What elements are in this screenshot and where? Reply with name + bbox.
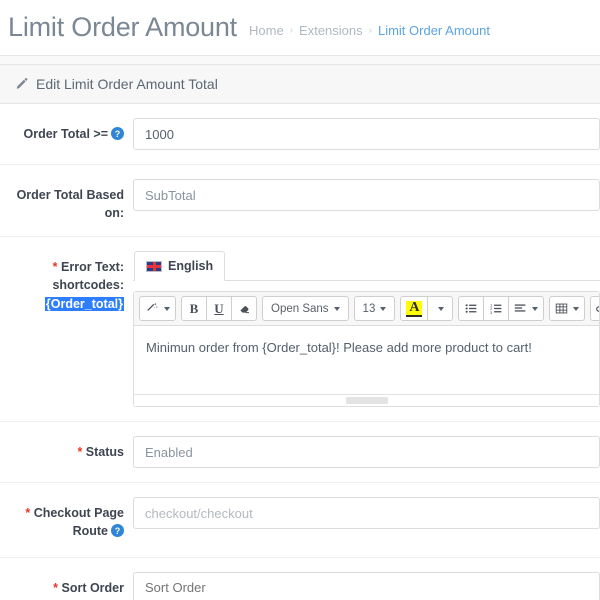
breadcrumb-item-current[interactable]: Limit Order Amount — [378, 23, 490, 38]
pencil-icon — [14, 77, 28, 91]
editor-toolbar: B U Open Sans 13 A 1 2 3 — [134, 292, 599, 327]
style-group — [139, 296, 176, 322]
table-icon[interactable] — [549, 296, 586, 322]
label-checkout-page-route: * Checkout Page Route ? — [0, 497, 133, 542]
uk-flag-icon — [146, 260, 162, 272]
form-row-error-text: * Error Text: shortcodes: {Order_total} … — [0, 237, 600, 423]
order-total-input[interactable] — [133, 118, 600, 150]
breadcrumb-separator-icon: › — [368, 25, 372, 36]
magic-wand-icon[interactable] — [139, 296, 176, 322]
fontsize-dropdown[interactable]: 13 — [353, 296, 396, 322]
breadcrumb-item-extensions[interactable]: Extensions — [299, 23, 363, 38]
link-icon[interactable] — [590, 296, 599, 322]
edit-form-panel: Edit Limit Order Amount Total Order Tota… — [0, 64, 600, 600]
label-sort-order: * Sort Order — [0, 572, 133, 597]
checkout-page-route-input[interactable] — [133, 497, 600, 530]
chevron-down-icon — [380, 306, 387, 311]
paragraph-align-icon[interactable] — [508, 296, 545, 322]
label-error-text: * Error Text: shortcodes: {Order_total} — [0, 251, 133, 312]
required-asterisk: * — [52, 260, 58, 275]
editor-resize-handle[interactable] — [345, 397, 388, 405]
svg-text:3: 3 — [490, 310, 493, 315]
eraser-icon[interactable] — [231, 296, 257, 322]
breadcrumb-item-home[interactable]: Home — [249, 23, 284, 38]
required-asterisk: * — [77, 445, 83, 460]
fontname-group: Open Sans — [262, 296, 349, 322]
recent-color-button[interactable]: A — [400, 296, 429, 322]
fontsize-label: 13 — [362, 302, 376, 315]
page-header: Limit Order Amount Home › Extensions › L… — [0, 0, 600, 56]
svg-text:?: ? — [115, 129, 120, 139]
panel-heading-title: Edit Limit Order Amount Total — [36, 76, 218, 92]
required-asterisk: * — [25, 506, 31, 521]
breadcrumb: Home › Extensions › Limit Order Amount — [249, 17, 490, 38]
sort-order-input[interactable] — [133, 571, 600, 600]
field-order-total — [133, 118, 600, 150]
form-row-status: * Status — [0, 422, 600, 484]
label-order-total: Order Total >= ? — [0, 118, 133, 145]
chevron-down-icon — [333, 306, 340, 311]
page-title: Limit Order Amount — [8, 12, 237, 42]
chevron-down-icon — [164, 306, 170, 311]
ordered-list-icon[interactable]: 1 2 3 — [483, 296, 510, 322]
rich-text-editor: B U Open Sans 13 A 1 2 3 Minimun order f… — [133, 291, 600, 408]
forecolor-dropdown[interactable] — [427, 296, 454, 322]
form-row-checkout-page-route: * Checkout Page Route ? — [0, 483, 600, 558]
bold-button[interactable]: B — [181, 296, 207, 322]
field-status — [133, 436, 600, 469]
field-sort-order — [133, 571, 600, 600]
fontname-dropdown[interactable]: Open Sans — [262, 296, 349, 322]
label-sort-order-text: Sort Order — [61, 580, 124, 595]
language-tab-english[interactable]: English — [134, 251, 226, 282]
panel-body: Order Total >= ? Order Total Based on: — [0, 104, 600, 600]
label-error-text-line2: shortcodes: — [52, 278, 124, 293]
chevron-down-icon — [532, 306, 539, 311]
language-tabs: English — [133, 251, 600, 282]
question-circle-icon[interactable]: ? — [111, 524, 124, 542]
field-order-total-based-on — [133, 179, 600, 211]
label-order-total-text: Order Total >= — [23, 127, 108, 141]
underline-button[interactable]: U — [206, 296, 232, 322]
editor-content-area[interactable]: Minimun order from {Order_total}! Please… — [134, 326, 599, 394]
field-error-text: English B U Open Sans 13 A 1 2 3 Minimun… — [133, 251, 600, 408]
link-group — [590, 296, 599, 322]
label-order-total-based-on: Order Total Based on: — [16, 188, 124, 221]
table-group — [549, 296, 586, 322]
forecolor-letter: A — [406, 300, 423, 317]
required-asterisk: * — [53, 580, 58, 595]
label-error-text-line1: Error Text: — [61, 260, 124, 275]
fontsize-group: 13 — [353, 296, 396, 322]
fontname-label: Open Sans — [271, 302, 329, 315]
svg-text:?: ? — [115, 526, 120, 536]
error-text-shortcode: {Order_total} — [44, 296, 124, 311]
format-group: B U — [181, 296, 257, 322]
chevron-down-icon — [573, 306, 580, 311]
label-status-text: Status — [85, 445, 124, 460]
panel-heading: Edit Limit Order Amount Total — [0, 65, 600, 104]
order-total-based-on-select[interactable] — [133, 179, 600, 211]
editor-content-text: Minimun order from {Order_total}! Please… — [146, 340, 532, 356]
list-group: 1 2 3 — [458, 296, 545, 322]
bold-label: B — [189, 300, 199, 316]
form-row-order-total: Order Total >= ? — [0, 104, 600, 165]
language-tab-label: English — [168, 259, 214, 274]
unordered-list-icon[interactable] — [458, 296, 485, 322]
editor-statusbar — [134, 394, 599, 407]
chevron-down-icon — [438, 306, 445, 311]
forecolor-group: A — [400, 296, 454, 322]
status-select[interactable] — [133, 436, 600, 469]
breadcrumb-separator-icon: › — [289, 25, 294, 36]
form-row-order-total-based-on: Order Total Based on: — [0, 165, 600, 238]
underline-label: U — [214, 300, 224, 316]
field-checkout-page-route — [133, 497, 600, 530]
question-circle-icon[interactable]: ? — [111, 127, 124, 145]
form-row-sort-order: * Sort Order — [0, 558, 600, 600]
label-status: * Status — [0, 436, 133, 461]
